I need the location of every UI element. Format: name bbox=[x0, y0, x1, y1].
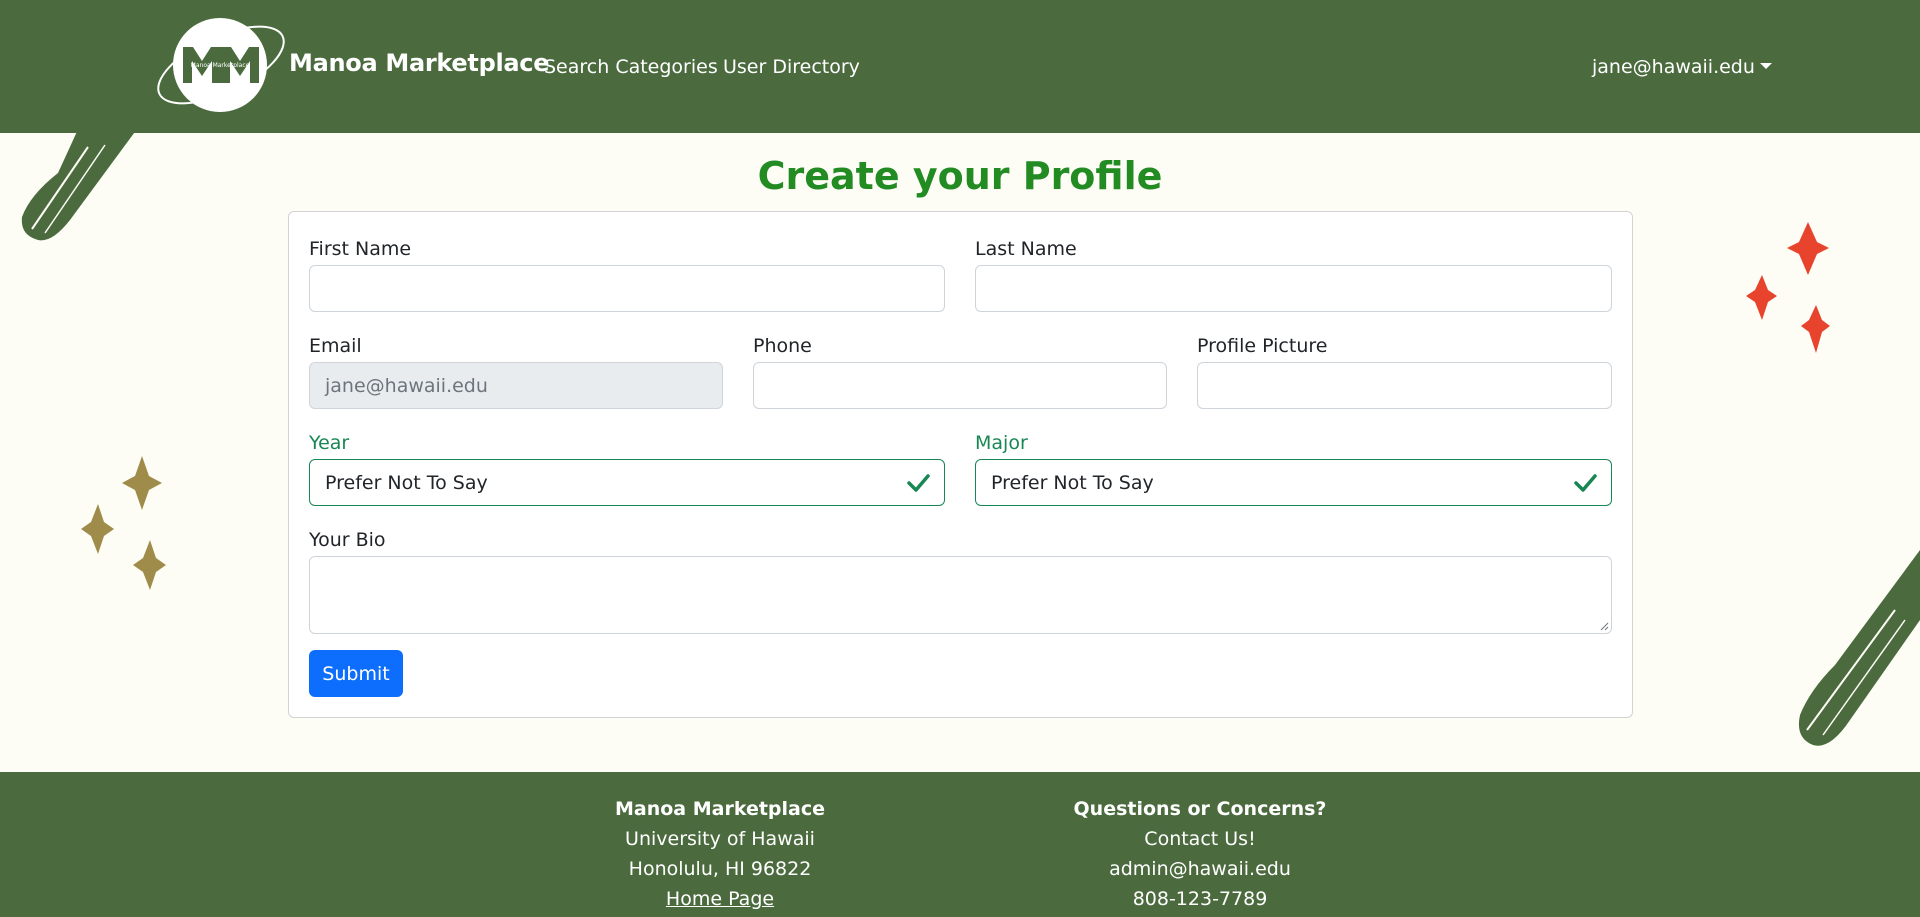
profile-form-card: First Name Last Name Email jane@hawaii.e… bbox=[288, 211, 1633, 718]
year-select[interactable]: Prefer Not To Say bbox=[309, 459, 945, 506]
email-label: Email bbox=[309, 335, 362, 357]
footer-contact-heading: Questions or Concerns? bbox=[1073, 798, 1327, 820]
last-name-input[interactable] bbox=[975, 265, 1612, 312]
footer-about-heading: Manoa Marketplace bbox=[614, 798, 826, 820]
sparkle-icon bbox=[1746, 222, 1830, 353]
footer-university: University of Hawaii bbox=[625, 828, 815, 850]
email-group: Email jane@hawaii.edu bbox=[309, 333, 723, 409]
bio-label: Your Bio bbox=[309, 529, 386, 551]
profile-picture-group: Profile Picture bbox=[1197, 333, 1612, 409]
bio-group: Your Bio bbox=[309, 527, 1612, 634]
year-label: Year bbox=[309, 432, 350, 454]
footer-phone: 808-123-7789 bbox=[1132, 888, 1268, 910]
major-select[interactable]: Prefer Not To Say bbox=[975, 459, 1612, 506]
bio-textarea[interactable] bbox=[309, 556, 1612, 634]
user-email: jane@hawaii.edu bbox=[1592, 56, 1755, 78]
profile-picture-label: Profile Picture bbox=[1197, 335, 1328, 357]
first-name-group: First Name bbox=[309, 236, 945, 312]
phone-group: Phone bbox=[753, 333, 1167, 409]
user-menu-dropdown[interactable]: jane@hawaii.edu bbox=[1592, 56, 1772, 78]
phone-input[interactable] bbox=[753, 362, 1167, 409]
last-name-label: Last Name bbox=[975, 238, 1077, 260]
year-group: Year Prefer Not To Say bbox=[309, 430, 945, 506]
footer-contact: Questions or Concerns? Contact Us! admin… bbox=[1050, 794, 1350, 914]
sparkle-icon bbox=[81, 456, 166, 590]
footer-address: Honolulu, HI 96822 bbox=[628, 858, 812, 880]
phone-label: Phone bbox=[753, 335, 812, 357]
year-value: Prefer Not To Say bbox=[325, 471, 488, 494]
page-title: Create your Profile bbox=[757, 154, 1163, 198]
footer-home-link[interactable]: Home Page bbox=[570, 884, 870, 914]
logo-text: Manoa Marketplace bbox=[191, 62, 250, 69]
major-label: Major bbox=[975, 432, 1028, 454]
nav-search-categories[interactable]: Search Categories bbox=[544, 56, 718, 78]
check-icon bbox=[1574, 474, 1597, 492]
footer-about: Manoa Marketplace University of Hawaii H… bbox=[570, 794, 870, 914]
first-name-input[interactable] bbox=[309, 265, 945, 312]
footer: Manoa Marketplace University of Hawaii H… bbox=[0, 772, 1920, 917]
first-name-label: First Name bbox=[309, 238, 412, 260]
footer-email: admin@hawaii.edu bbox=[1109, 858, 1291, 880]
major-value: Prefer Not To Say bbox=[991, 471, 1154, 494]
major-group: Major Prefer Not To Say bbox=[975, 430, 1612, 506]
email-input: jane@hawaii.edu bbox=[309, 362, 723, 409]
profile-picture-input[interactable] bbox=[1197, 362, 1612, 409]
last-name-group: Last Name bbox=[975, 236, 1612, 312]
logo-icon[interactable]: Manoa Marketplace bbox=[152, 14, 290, 116]
resize-handle-icon[interactable] bbox=[1599, 621, 1609, 631]
nav-user-directory[interactable]: User Directory bbox=[723, 56, 860, 78]
footer-contact-text: Contact Us! bbox=[1144, 828, 1256, 850]
brand-name[interactable]: Manoa Marketplace bbox=[289, 49, 550, 77]
caret-down-icon bbox=[1759, 63, 1772, 69]
brush-stroke-icon bbox=[1798, 550, 1920, 746]
navbar: Manoa Marketplace Manoa Marketplace Sear… bbox=[0, 0, 1920, 133]
check-icon bbox=[907, 474, 930, 492]
submit-button[interactable]: Submit bbox=[309, 650, 403, 697]
brush-stroke-icon bbox=[21, 125, 140, 241]
